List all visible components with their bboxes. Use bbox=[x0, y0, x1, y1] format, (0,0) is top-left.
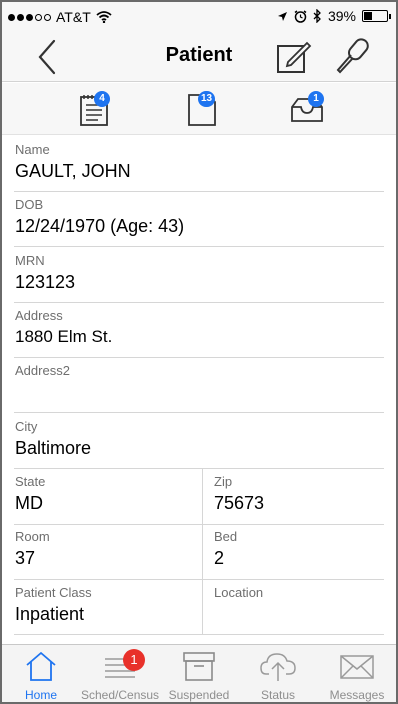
zip-field[interactable]: Zip 75673 bbox=[214, 474, 264, 514]
wifi-icon bbox=[96, 11, 112, 23]
dob-label: DOB bbox=[15, 197, 44, 212]
signal-strength-icon bbox=[8, 13, 51, 21]
status-bar: AT&T 39% bbox=[2, 2, 396, 30]
room-value: 37 bbox=[15, 548, 36, 568]
divider bbox=[14, 579, 384, 580]
zip-value: 75673 bbox=[214, 493, 265, 513]
documents-badge: 13 bbox=[198, 91, 216, 107]
room-field[interactable]: Room 37 bbox=[15, 529, 50, 569]
inbox-badge: 1 bbox=[308, 91, 324, 107]
divider bbox=[14, 468, 384, 469]
address2-label: Address2 bbox=[15, 363, 70, 378]
tab-sched-census-label: Sched/Census bbox=[81, 688, 160, 702]
tab-suspended[interactable]: Suspended bbox=[160, 645, 238, 702]
tab-messages-label: Messages bbox=[329, 688, 385, 702]
envelope-icon bbox=[340, 655, 374, 679]
tab-bar: Home 1 Sched/Census Suspended Status Mes… bbox=[2, 644, 396, 702]
tab-suspended-label: Suspended bbox=[168, 688, 230, 702]
location-field[interactable]: Location bbox=[214, 585, 263, 604]
dob-value: 12/24/1970 (Age: 43) bbox=[15, 216, 185, 236]
patient-toolbar: 4 13 1 bbox=[2, 83, 396, 135]
mrn-value: 123123 bbox=[15, 272, 76, 292]
city-label: City bbox=[15, 419, 38, 434]
mrn-field[interactable]: MRN 123123 bbox=[15, 253, 75, 293]
archive-box-icon bbox=[183, 652, 215, 681]
city-value: Baltimore bbox=[15, 438, 92, 458]
notes-button[interactable]: 4 bbox=[78, 91, 118, 129]
patient-class-value: Inpatient bbox=[15, 604, 85, 624]
bed-field[interactable]: Bed 2 bbox=[214, 529, 237, 569]
edit-icon[interactable] bbox=[274, 38, 312, 76]
battery-percent: 39% bbox=[327, 8, 356, 24]
carrier-name: AT&T bbox=[56, 9, 91, 25]
home-icon bbox=[26, 651, 56, 681]
name-field[interactable]: Name GAULT, JOHN bbox=[15, 142, 131, 182]
battery-icon bbox=[362, 10, 391, 22]
address-label: Address bbox=[15, 308, 63, 323]
tab-status-label: Status bbox=[260, 688, 296, 702]
bed-value: 2 bbox=[214, 548, 225, 568]
navigation-bar: Patient bbox=[2, 30, 396, 82]
inbox-button[interactable]: 1 bbox=[288, 91, 328, 129]
divider bbox=[14, 634, 384, 635]
documents-button[interactable]: 13 bbox=[186, 91, 226, 129]
divider bbox=[14, 191, 384, 192]
city-field[interactable]: City Baltimore bbox=[15, 419, 91, 459]
column-divider bbox=[202, 468, 203, 634]
phone-frame: AT&T 39% Patient 4 13 1 Name GAULT, JOHN… bbox=[0, 0, 398, 704]
notes-badge: 4 bbox=[94, 91, 110, 107]
room-label: Room bbox=[15, 529, 50, 544]
patient-class-field[interactable]: Patient Class Inpatient bbox=[15, 585, 92, 625]
address2-field[interactable]: Address2 bbox=[15, 363, 70, 382]
location-label: Location bbox=[214, 585, 264, 600]
bluetooth-icon bbox=[313, 9, 321, 23]
status-right: 39% bbox=[277, 8, 391, 24]
patient-details: Name GAULT, JOHN DOB 12/24/1970 (Age: 43… bbox=[2, 136, 396, 644]
sched-census-badge: 1 bbox=[123, 649, 145, 671]
alarm-clock-icon bbox=[294, 9, 307, 23]
tab-status[interactable]: Status bbox=[239, 645, 317, 702]
cloud-upload-icon bbox=[260, 653, 296, 681]
mrn-label: MRN bbox=[15, 253, 45, 268]
dob-field[interactable]: DOB 12/24/1970 (Age: 43) bbox=[15, 197, 184, 237]
patient-class-label: Patient Class bbox=[15, 585, 92, 600]
bed-label: Bed bbox=[214, 529, 238, 544]
status-left: AT&T bbox=[8, 9, 112, 25]
microphone-icon[interactable] bbox=[332, 36, 372, 76]
tab-home-label: Home bbox=[24, 688, 57, 702]
address-value: 1880 Elm St. bbox=[15, 327, 113, 346]
divider bbox=[14, 412, 384, 413]
divider bbox=[14, 302, 384, 303]
address-field[interactable]: Address 1880 Elm St. bbox=[15, 308, 112, 347]
divider bbox=[14, 357, 384, 358]
location-arrow-icon bbox=[277, 11, 287, 21]
name-value: GAULT, JOHN bbox=[15, 161, 131, 181]
zip-label: Zip bbox=[214, 474, 233, 489]
state-label: State bbox=[15, 474, 46, 489]
divider bbox=[14, 524, 384, 525]
state-value: MD bbox=[15, 493, 43, 513]
name-label: Name bbox=[15, 142, 50, 157]
tab-sched-census[interactable]: 1 Sched/Census bbox=[81, 645, 160, 702]
tab-messages[interactable]: Messages bbox=[318, 645, 396, 702]
divider bbox=[14, 246, 384, 247]
tab-home[interactable]: Home bbox=[2, 645, 80, 702]
state-field[interactable]: State MD bbox=[15, 474, 45, 514]
